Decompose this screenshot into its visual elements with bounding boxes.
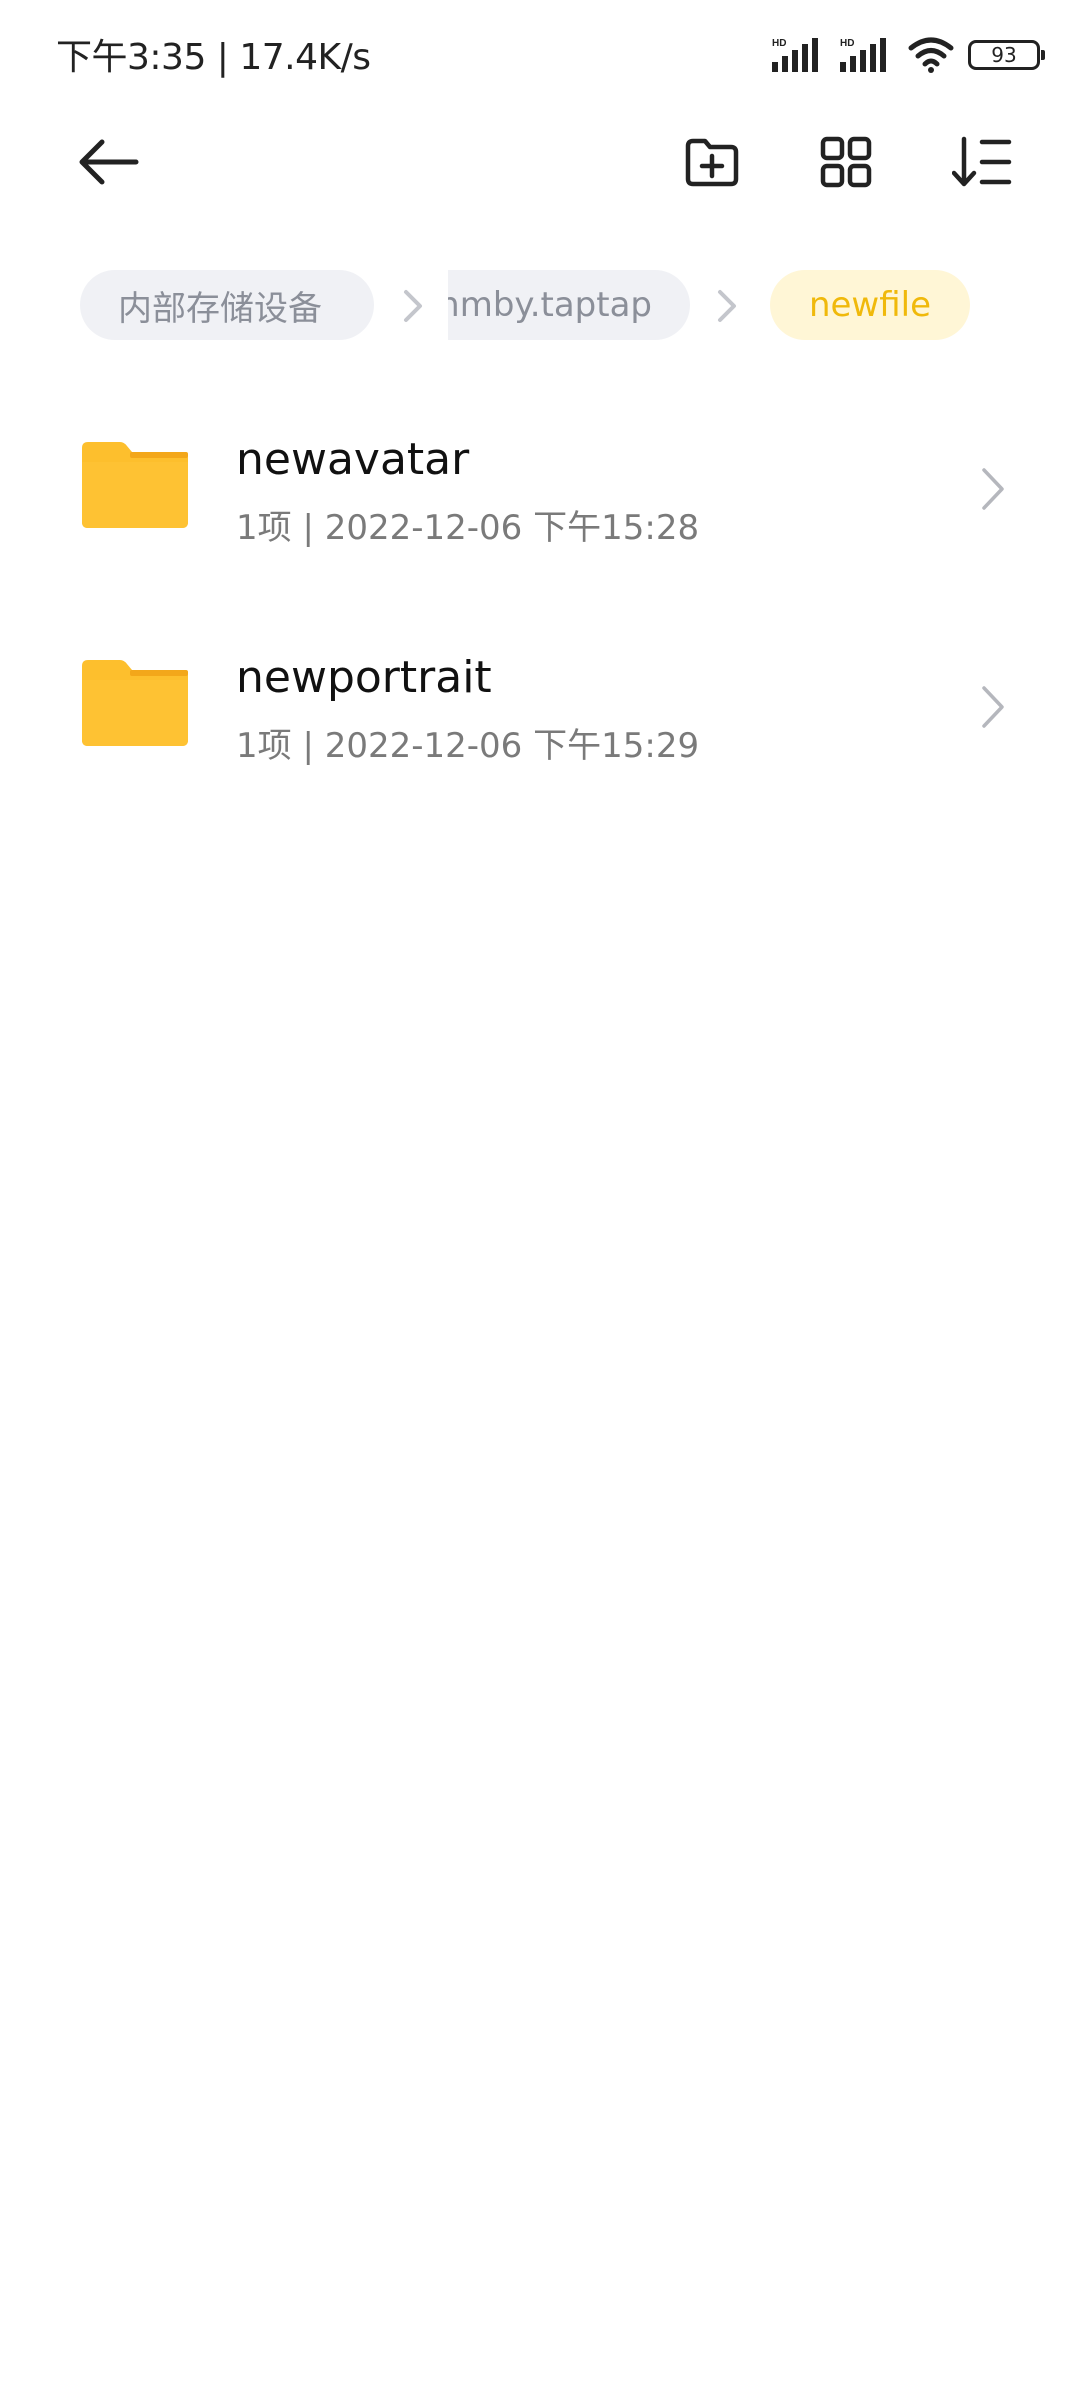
view-toggle-button[interactable] (810, 126, 882, 198)
breadcrumb-item-app[interactable]: nmby.taptap (448, 270, 690, 340)
breadcrumb-label: nmby.taptap (448, 285, 652, 325)
battery-icon: 93 (968, 40, 1045, 70)
breadcrumb-label: 内部存储设备 (118, 288, 322, 329)
file-name: newportrait (236, 652, 492, 703)
file-name: newavatar (236, 434, 470, 485)
folder-icon (82, 442, 188, 528)
list-item[interactable]: newportrait 1项 | 2022-12-06 下午15:29 (0, 618, 1080, 836)
svg-text:HD: HD (772, 38, 786, 49)
folder-icon (82, 660, 188, 746)
back-button[interactable] (72, 126, 144, 198)
breadcrumb: 内部存储设备 nmby.taptap newfile (0, 270, 1080, 342)
chevron-right-icon (982, 686, 1004, 728)
chevron-right-icon (982, 468, 1004, 510)
signal-icon: HD (772, 38, 818, 72)
status-time-speed: 下午3:35 | 17.4K/s (56, 37, 371, 78)
status-bar: 下午3:35 | 17.4K/s HD HD 93 (0, 0, 1080, 110)
breadcrumb-item-storage[interactable]: 内部存储设备 (80, 270, 374, 340)
battery-level: 93 (991, 43, 1017, 67)
sort-button[interactable] (946, 126, 1018, 198)
new-folder-button[interactable] (676, 126, 748, 198)
chevron-right-icon (718, 290, 736, 322)
status-icons: HD HD 93 (772, 32, 1045, 78)
file-meta: 1项 | 2022-12-06 下午15:28 (236, 508, 700, 548)
list-item[interactable]: newavatar 1项 | 2022-12-06 下午15:28 (0, 400, 1080, 618)
svg-text:HD: HD (840, 38, 854, 49)
sort-icon (952, 136, 1012, 187)
arrow-left-icon (79, 139, 139, 185)
wifi-icon (908, 37, 954, 73)
chevron-right-icon (404, 290, 422, 322)
signal-icon-2: HD (840, 38, 886, 72)
toolbar (0, 110, 1080, 214)
breadcrumb-item-current[interactable]: newfile (770, 270, 970, 340)
breadcrumb-label: newfile (808, 285, 932, 325)
folder-plus-icon (685, 138, 739, 187)
file-list: newavatar 1项 | 2022-12-06 下午15:28 newpor… (0, 400, 1080, 836)
file-meta: 1项 | 2022-12-06 下午15:29 (236, 726, 700, 766)
grid-icon (820, 136, 872, 188)
